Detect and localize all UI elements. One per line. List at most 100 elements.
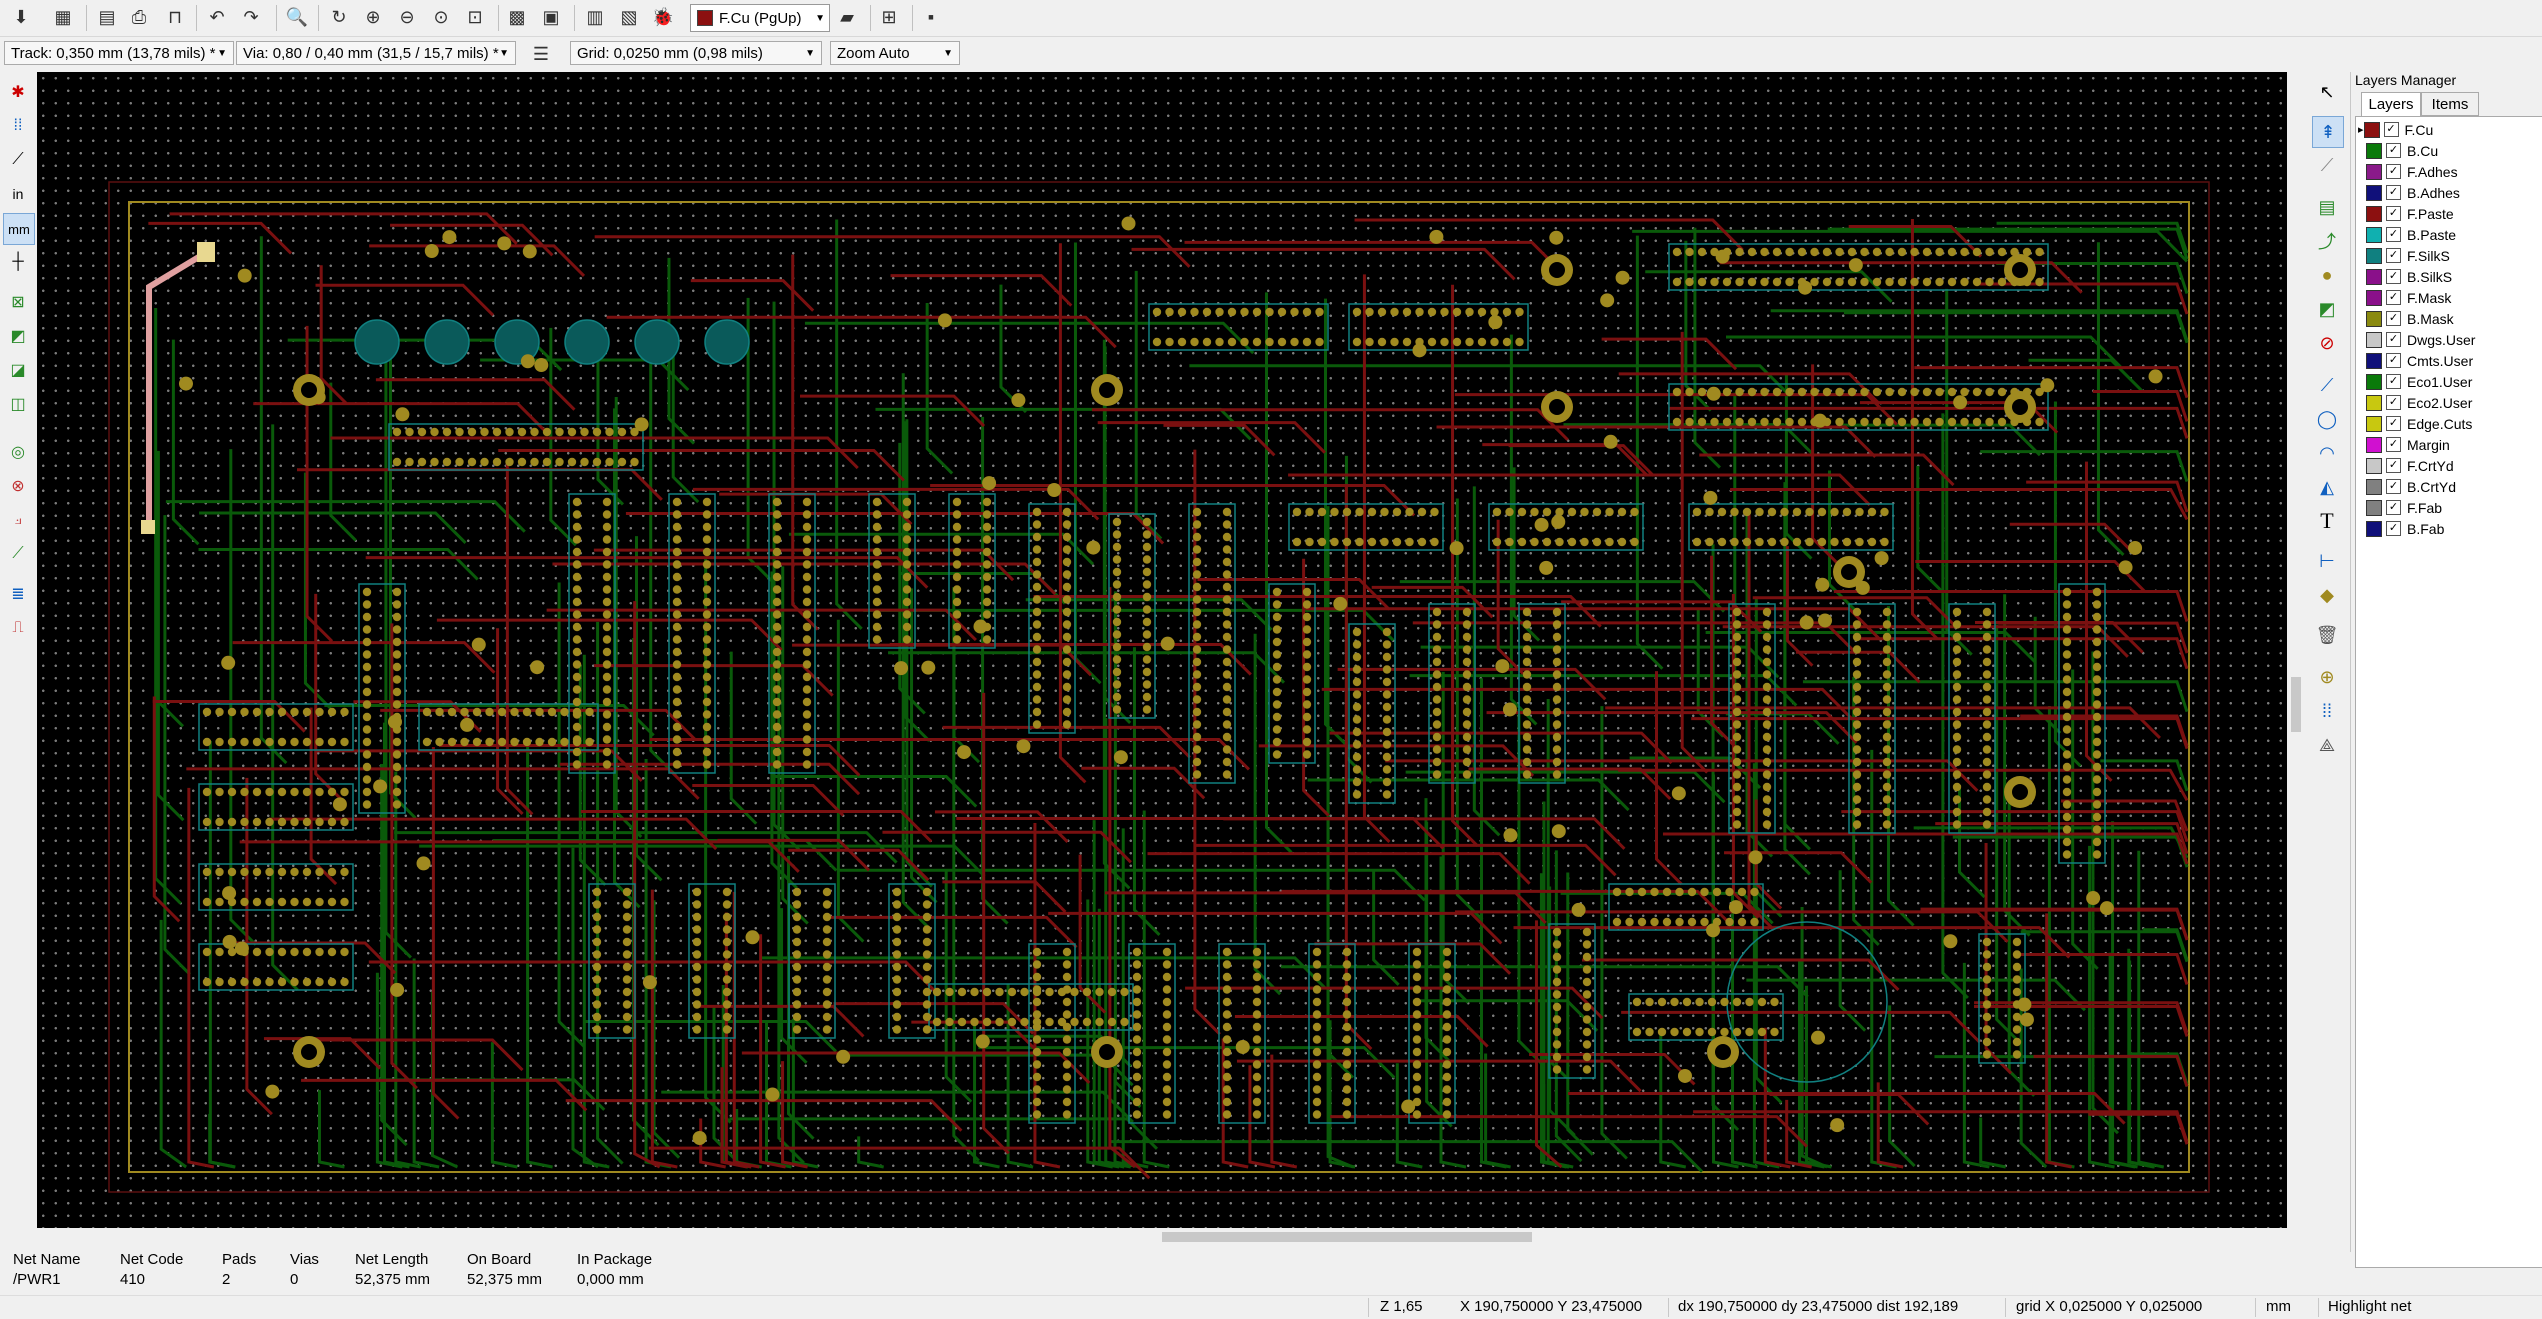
zoom-select[interactable]: Zoom Auto ▼ bbox=[830, 41, 960, 65]
layer-row-f-crtyd[interactable]: ✓ F.CrtYd bbox=[2360, 455, 2454, 476]
add-footprint-icon[interactable]: ▤ bbox=[2312, 192, 2342, 222]
delete-icon[interactable]: 🗑 bbox=[2312, 620, 2342, 650]
redo-icon[interactable]: ↷ bbox=[236, 2, 266, 32]
layer-manager-icon[interactable]: ≣ bbox=[3, 579, 33, 609]
grid-origin-icon[interactable]: ⁞⁞ bbox=[2312, 696, 2342, 726]
layer-color-swatch[interactable] bbox=[2366, 184, 2382, 201]
page-settings-icon[interactable]: ▤ bbox=[92, 2, 122, 32]
grid-icon[interactable]: ⁞⁞ bbox=[3, 111, 33, 141]
track-sketch-icon[interactable]: ⟓ bbox=[3, 505, 33, 535]
undo-icon[interactable]: ↶ bbox=[202, 2, 232, 32]
layer-color-swatch[interactable] bbox=[2366, 331, 2382, 348]
footprint-editor-icon[interactable]: ▩ bbox=[502, 2, 532, 32]
layer-row-f-silks[interactable]: ✓ F.SilkS bbox=[2360, 245, 2450, 266]
layer-color-swatch[interactable] bbox=[2366, 310, 2382, 327]
select-icon[interactable]: ↖ bbox=[2312, 77, 2342, 107]
netlist-icon[interactable]: ▥ bbox=[580, 2, 610, 32]
layer-visibility-checkbox[interactable]: ✓ bbox=[2386, 416, 2401, 431]
layer-row-f-cu[interactable]: ▸ ✓ F.Cu bbox=[2358, 119, 2433, 140]
layer-visibility-checkbox[interactable]: ✓ bbox=[2383, 122, 2399, 137]
vertical-scroll-thumb[interactable] bbox=[2291, 677, 2301, 732]
layer-color-swatch[interactable] bbox=[2366, 499, 2382, 516]
horizontal-scroll-thumb[interactable] bbox=[1162, 1232, 1532, 1242]
layer-visibility-checkbox[interactable]: ✓ bbox=[2386, 143, 2401, 158]
layer-color-swatch[interactable] bbox=[2366, 457, 2382, 474]
layer-row-b-fab[interactable]: ✓ B.Fab bbox=[2360, 518, 2444, 539]
layer-visibility-checkbox[interactable]: ✓ bbox=[2386, 206, 2401, 221]
track-width-select[interactable]: Track: 0,350 mm (13,78 mils) * ▼ bbox=[4, 41, 234, 65]
add-dimension-icon[interactable]: ⊢ bbox=[2312, 546, 2342, 576]
drc-marker-icon[interactable]: ✱ bbox=[3, 77, 33, 107]
microwave-icon[interactable]: ⎍ bbox=[3, 613, 33, 643]
layer-visibility-checkbox[interactable]: ✓ bbox=[2386, 500, 2401, 515]
layer-visibility-checkbox[interactable]: ✓ bbox=[2386, 479, 2401, 494]
add-via-icon[interactable]: ● bbox=[2312, 260, 2342, 290]
layer-color-swatch[interactable] bbox=[2366, 205, 2382, 222]
pad-sketch-icon[interactable]: ◎ bbox=[3, 437, 33, 467]
layer-row-f-paste[interactable]: ✓ F.Paste bbox=[2360, 203, 2454, 224]
highlight-net-icon[interactable]: ⇞ bbox=[2312, 116, 2344, 148]
layer-color-swatch[interactable] bbox=[2366, 478, 2382, 495]
layer-visibility-checkbox[interactable]: ✓ bbox=[2386, 353, 2401, 368]
layer-visibility-checkbox[interactable]: ✓ bbox=[2386, 395, 2401, 410]
layer-visibility-checkbox[interactable]: ✓ bbox=[2386, 374, 2401, 389]
layer-color-swatch[interactable] bbox=[2366, 373, 2382, 390]
layer-color-swatch[interactable] bbox=[2366, 436, 2382, 453]
layer-color-swatch[interactable] bbox=[2366, 268, 2382, 285]
layer-visibility-checkbox[interactable]: ✓ bbox=[2386, 458, 2401, 473]
drc-icon[interactable]: 🐞 bbox=[648, 2, 678, 32]
layer-row-b-silks[interactable]: ✓ B.SilkS bbox=[2360, 266, 2452, 287]
local-ratsnest-icon[interactable]: ⟋ bbox=[2312, 150, 2342, 180]
polar-coords-icon[interactable]: ⟋ bbox=[3, 145, 33, 175]
layer-color-swatch[interactable] bbox=[2366, 520, 2382, 537]
layer-row-dwgs-user[interactable]: ✓ Dwgs.User bbox=[2360, 329, 2475, 350]
save-board-icon[interactable]: ⬇ bbox=[6, 2, 36, 32]
layer-row-edge-cuts[interactable]: ✓ Edge.Cuts bbox=[2360, 413, 2472, 434]
tab-items[interactable]: Items bbox=[2421, 92, 2479, 116]
plot-icon[interactable]: ⊓ bbox=[160, 2, 190, 32]
set-origin-icon[interactable]: ⊕ bbox=[2312, 662, 2342, 692]
grid-select[interactable]: Grid: 0,0250 mm (0,98 mils) ▼ bbox=[570, 41, 822, 65]
add-keepout-icon[interactable]: ⊘ bbox=[2312, 328, 2342, 358]
add-circle-icon[interactable]: ◯ bbox=[2312, 404, 2342, 434]
measure-icon[interactable]: ⟁ bbox=[2312, 730, 2342, 760]
layer-row-margin[interactable]: ✓ Margin bbox=[2360, 434, 2450, 455]
layer-row-b-cu[interactable]: ✓ B.Cu bbox=[2360, 140, 2438, 161]
layer-row-cmts-user[interactable]: ✓ Cmts.User bbox=[2360, 350, 2473, 371]
footprint-viewer-icon[interactable]: ▣ bbox=[536, 2, 566, 32]
layer-color-swatch[interactable] bbox=[2366, 163, 2382, 180]
pcb-canvas[interactable] bbox=[37, 72, 2287, 1228]
cursor-shape-icon[interactable]: ┼ bbox=[3, 247, 33, 277]
layer-color-swatch[interactable] bbox=[2366, 394, 2382, 411]
layer-visibility-checkbox[interactable]: ✓ bbox=[2386, 437, 2401, 452]
layer-visibility-checkbox[interactable]: ✓ bbox=[2386, 290, 2401, 305]
add-text-icon[interactable]: T bbox=[2312, 506, 2342, 536]
via-sketch-icon[interactable]: ⊗ bbox=[3, 471, 33, 501]
layer-color-swatch[interactable] bbox=[2363, 121, 2380, 138]
layer-visibility-checkbox[interactable]: ✓ bbox=[2386, 227, 2401, 242]
high-contrast-icon[interactable]: ⟋ bbox=[3, 539, 33, 569]
layer-color-swatch[interactable] bbox=[2366, 289, 2382, 306]
layer-color-swatch[interactable] bbox=[2366, 247, 2382, 264]
layer-row-b-mask[interactable]: ✓ B.Mask bbox=[2360, 308, 2454, 329]
via-size-select[interactable]: Via: 0,80 / 0,40 mm (31,5 / 15,7 mils) *… bbox=[236, 41, 516, 65]
horizontal-scrollbar[interactable] bbox=[37, 1229, 2287, 1245]
board-setup-icon[interactable]: ▦ bbox=[48, 2, 78, 32]
vertical-scrollbar[interactable] bbox=[2288, 72, 2304, 1228]
add-zone-icon[interactable]: ◩ bbox=[2312, 294, 2342, 324]
layer-pair-icon[interactable]: ▰ bbox=[832, 2, 862, 32]
add-arc-icon[interactable]: ◠ bbox=[2312, 438, 2342, 468]
route-track-icon[interactable]: ⤴ bbox=[2312, 226, 2342, 256]
layer-row-b-paste[interactable]: ✓ B.Paste bbox=[2360, 224, 2456, 245]
layer-row-f-mask[interactable]: ✓ F.Mask bbox=[2360, 287, 2451, 308]
redraw-icon[interactable]: ↻ bbox=[324, 2, 354, 32]
python-console-icon[interactable]: ▪ bbox=[916, 2, 946, 32]
layer-row-eco1-user[interactable]: ✓ Eco1.User bbox=[2360, 371, 2472, 392]
tab-layers[interactable]: Layers bbox=[2361, 92, 2421, 116]
zone-outline-icon[interactable]: ◪ bbox=[3, 355, 33, 385]
layer-visibility-checkbox[interactable]: ✓ bbox=[2386, 269, 2401, 284]
layer-color-swatch[interactable] bbox=[2366, 352, 2382, 369]
find-icon[interactable]: 🔍 bbox=[282, 2, 312, 32]
layer-row-b-adhes[interactable]: ✓ B.Adhes bbox=[2360, 182, 2460, 203]
zone-no-fill-icon[interactable]: ◫ bbox=[3, 389, 33, 419]
